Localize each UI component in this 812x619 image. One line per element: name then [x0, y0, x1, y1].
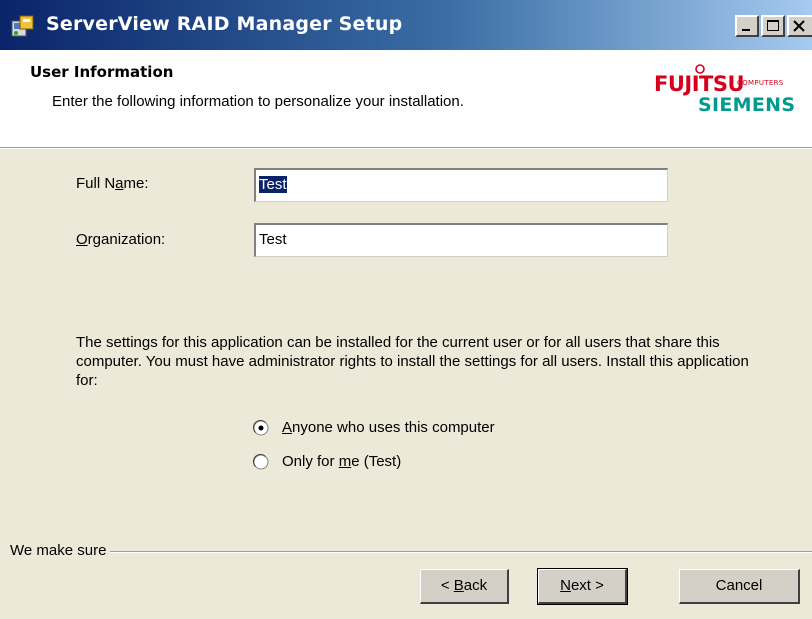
- full-name-label: Full Name:: [76, 175, 149, 192]
- cancel-button[interactable]: Cancel: [679, 569, 800, 604]
- radio-unselected-icon[interactable]: [253, 454, 269, 470]
- full-name-input[interactable]: Test: [254, 168, 668, 202]
- install-scope-description: The settings for this application can be…: [76, 334, 749, 389]
- installer-app-icon: [10, 13, 36, 39]
- logo-fujitsu-text: FUJITSU: [654, 72, 745, 96]
- close-icon: [793, 20, 805, 32]
- organization-label: Organization:: [76, 231, 166, 248]
- title-bar[interactable]: ServerView RAID Manager Setup: [0, 0, 812, 50]
- back-button[interactable]: < Back: [420, 569, 509, 604]
- full-name-value: Test: [259, 176, 287, 193]
- next-button[interactable]: Next >: [537, 568, 628, 605]
- radio-label-anyone: Anyone who uses this computer: [282, 419, 495, 436]
- organization-input[interactable]: Test: [254, 223, 668, 257]
- footer-divider-highlight: [10, 552, 812, 553]
- header-panel: User Information Enter the following inf…: [0, 50, 812, 147]
- radio-label-only-me: Only for me (Test): [282, 453, 402, 470]
- minimize-icon: [742, 29, 750, 31]
- maximize-button[interactable]: [761, 15, 785, 37]
- header-divider-highlight: [0, 148, 812, 149]
- logo-siemens-text: SIEMENS: [698, 94, 796, 116]
- window-title: ServerView RAID Manager Setup: [46, 13, 403, 35]
- maximize-icon: [767, 20, 779, 31]
- radio-selected-icon[interactable]: [253, 420, 269, 436]
- logo-computers-text: COMPUTERS: [737, 79, 784, 87]
- footer-group-label: We make sure: [10, 542, 111, 559]
- minimize-button[interactable]: [735, 15, 759, 37]
- fujitsu-siemens-logo: FUJITSU COMPUTERS SIEMENS: [650, 54, 810, 124]
- page-title: User Information: [30, 63, 174, 81]
- page-subtitle: Enter the following information to perso…: [52, 93, 464, 110]
- close-button[interactable]: [787, 15, 812, 37]
- organization-value: Test: [259, 231, 287, 248]
